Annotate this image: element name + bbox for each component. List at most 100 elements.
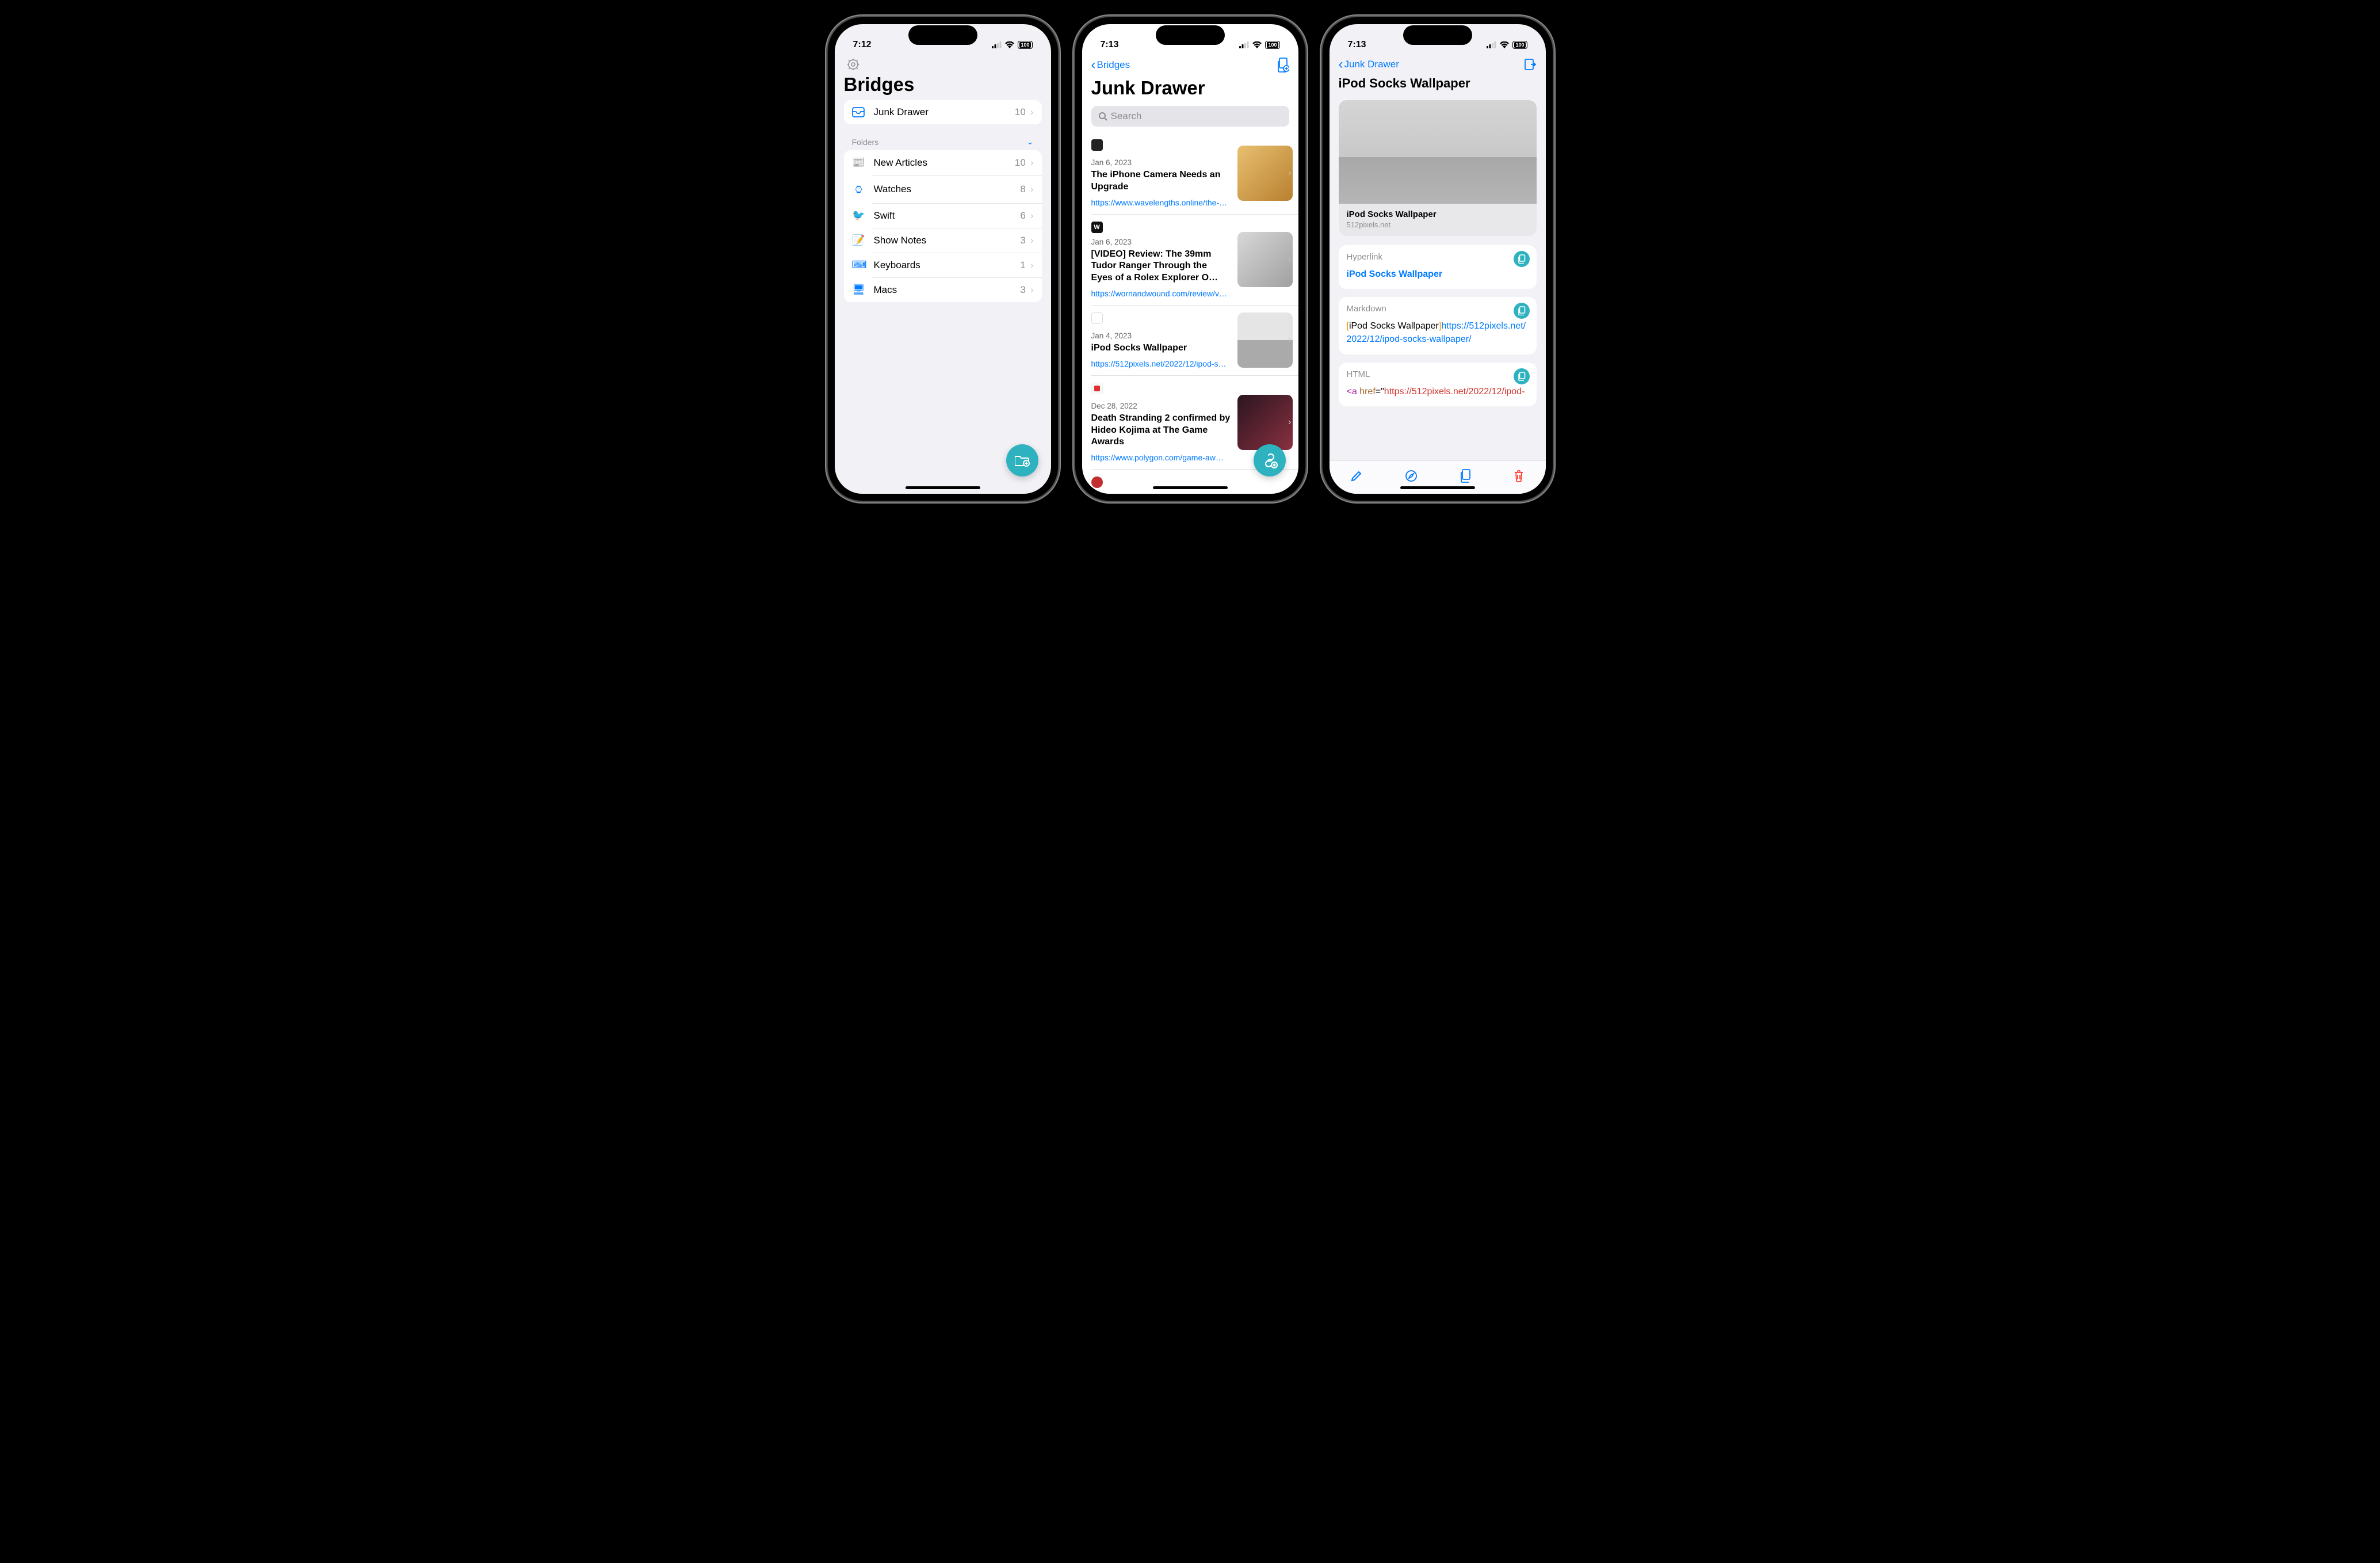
folder-count: 3 — [1020, 284, 1025, 296]
home-indicator[interactable] — [906, 486, 980, 489]
home-indicator[interactable] — [1153, 486, 1228, 489]
back-button[interactable]: ‹ Junk Drawer — [1339, 58, 1399, 71]
wifi-icon — [1500, 41, 1509, 48]
back-button[interactable]: ‹ Bridges — [1091, 58, 1130, 72]
folder-count: 6 — [1020, 210, 1025, 222]
add-link-button[interactable] — [1254, 444, 1286, 476]
folders-header[interactable]: Folders ⌄ — [835, 137, 1051, 150]
edit-button[interactable] — [1350, 470, 1363, 482]
chevron-right-icon: › — [1030, 284, 1034, 296]
chevron-right-icon: › — [1030, 235, 1034, 246]
article-row[interactable]: WJan 6, 2023[VIDEO] Review: The 39mm Tud… — [1091, 215, 1298, 306]
open-externally-button[interactable] — [1524, 58, 1537, 71]
inbox-card: Junk Drawer 10 › — [844, 100, 1042, 124]
chevron-right-icon: › — [1288, 168, 1291, 178]
cell-signal-icon — [992, 41, 1002, 48]
article-thumbnail — [1237, 232, 1293, 287]
page-title: Junk Drawer — [1082, 75, 1298, 104]
status-icons: 100 — [992, 41, 1032, 49]
page-title: Bridges — [835, 71, 1051, 100]
article-title: [VIDEO] Review: The 39mm Tudor Ranger Th… — [1091, 249, 1231, 284]
new-folder-button[interactable] — [1006, 444, 1038, 476]
search-icon — [1098, 112, 1107, 121]
markdown-value[interactable]: [iPod Socks Wallpaper]https://512pixels.… — [1347, 319, 1529, 346]
article-date: Jan 6, 2023 — [1091, 158, 1231, 167]
folder-label: Keyboards — [874, 260, 1013, 271]
folder-row[interactable]: 📝Show Notes3› — [844, 228, 1042, 253]
hyperlink-block: Hyperlink iPod Socks Wallpaper — [1339, 245, 1537, 289]
folder-label: Show Notes — [874, 235, 1013, 246]
chevron-right-icon: › — [1288, 254, 1291, 265]
status-icons: 100 — [1239, 41, 1279, 49]
status-icons: 100 — [1487, 41, 1527, 49]
html-block: HTML <a href="https://512pixels.net/2022… — [1339, 363, 1537, 406]
wifi-icon — [1005, 41, 1014, 48]
folder-count: 10 — [1015, 157, 1026, 169]
folder-icon: 📰 — [852, 157, 866, 169]
chevron-right-icon: › — [1030, 184, 1034, 195]
chevron-left-icon: ‹ — [1339, 58, 1343, 71]
folder-row[interactable]: 📰 New Articles 10 › — [844, 150, 1042, 175]
settings-button[interactable] — [835, 54, 1051, 71]
folder-count: 1 — [1020, 260, 1025, 271]
article-row[interactable]: Jan 6, 2023The iPhone Camera Needs an Up… — [1091, 132, 1298, 215]
dynamic-island — [1156, 25, 1225, 45]
folder-label: Watches — [874, 184, 1013, 195]
nav-bar: ‹ Junk Drawer — [1330, 54, 1546, 74]
chevron-right-icon: › — [1030, 157, 1034, 169]
folder-count: 8 — [1020, 184, 1025, 195]
inbox-row[interactable]: Junk Drawer 10 › — [844, 100, 1042, 124]
article-title: Death Stranding 2 confirmed by Hideo Koj… — [1091, 413, 1231, 448]
chevron-down-icon: ⌄ — [1027, 137, 1034, 147]
phone-frame-2: 7:13 100 ‹ Bridges Junk Drawer Search Ja… — [1075, 17, 1305, 501]
article-thumbnail — [1237, 395, 1293, 450]
folder-row[interactable]: ⌚︎Watches8› — [844, 175, 1042, 203]
articles-list: Jan 6, 2023The iPhone Camera Needs an Up… — [1082, 132, 1298, 494]
inbox-count: 10 — [1015, 106, 1026, 118]
dynamic-island — [908, 25, 977, 45]
wifi-icon — [1252, 41, 1262, 48]
article-thumbnail — [1237, 146, 1293, 201]
battery-icon: 100 — [1018, 41, 1032, 49]
search-input[interactable]: Search — [1091, 106, 1289, 127]
folder-label: New Articles — [874, 157, 1007, 169]
copy-all-button[interactable] — [1277, 58, 1289, 73]
copy-markdown-button[interactable] — [1514, 303, 1530, 319]
inbox-label: Junk Drawer — [874, 106, 1007, 118]
article-date: Jan 4, 2023 — [1091, 331, 1231, 340]
clock: 7:13 — [1101, 40, 1119, 50]
article-row[interactable]: Jan 4, 2023iPod Socks Wallpaperhttps://5… — [1091, 306, 1298, 376]
safari-button[interactable] — [1405, 470, 1418, 482]
copy-html-button[interactable] — [1514, 368, 1530, 384]
chevron-right-icon: › — [1288, 417, 1291, 428]
folder-icon: 🐦 — [852, 209, 866, 222]
folder-row[interactable]: 🖥Macs3› — [844, 277, 1042, 302]
hero-card[interactable]: iPod Socks Wallpaper 512pixels.net — [1339, 100, 1537, 236]
dynamic-island — [1403, 25, 1472, 45]
hyperlink-value[interactable]: iPod Socks Wallpaper — [1347, 268, 1529, 281]
page-title: iPod Socks Wallpaper — [1330, 74, 1546, 96]
chevron-right-icon: › — [1030, 210, 1034, 222]
cell-signal-icon — [1239, 41, 1249, 48]
folder-row[interactable]: ⌨︎ Keyboards 1 › — [844, 253, 1042, 277]
favicon — [1091, 476, 1103, 488]
chevron-right-icon: › — [1030, 106, 1034, 118]
clock: 7:13 — [1348, 40, 1366, 50]
folder-label: Macs — [874, 284, 1013, 296]
folder-label: Swift — [874, 210, 1013, 222]
article-date: Dec 28, 2022 — [1091, 402, 1231, 410]
trash-button[interactable] — [1513, 470, 1525, 482]
copy-button[interactable] — [1460, 469, 1471, 483]
copy-hyperlink-button[interactable] — [1514, 251, 1530, 267]
home-indicator[interactable] — [1400, 486, 1475, 489]
hero-title: iPod Socks Wallpaper — [1347, 209, 1529, 219]
chevron-right-icon: › — [1288, 335, 1291, 345]
folders-card: 📰New Articles10›⌚︎Watches8›🐦Swift6›📝Show… — [844, 150, 1042, 302]
html-value[interactable]: <a href="https://512pixels.net/2022/12/i… — [1347, 385, 1529, 398]
folder-icon: 📝 — [852, 234, 866, 246]
battery-icon: 100 — [1512, 41, 1527, 49]
favicon — [1091, 383, 1103, 394]
folder-icon: ⌨︎ — [852, 259, 866, 271]
chevron-right-icon: › — [1030, 260, 1034, 271]
folder-row[interactable]: 🐦 Swift 6 › — [844, 203, 1042, 228]
